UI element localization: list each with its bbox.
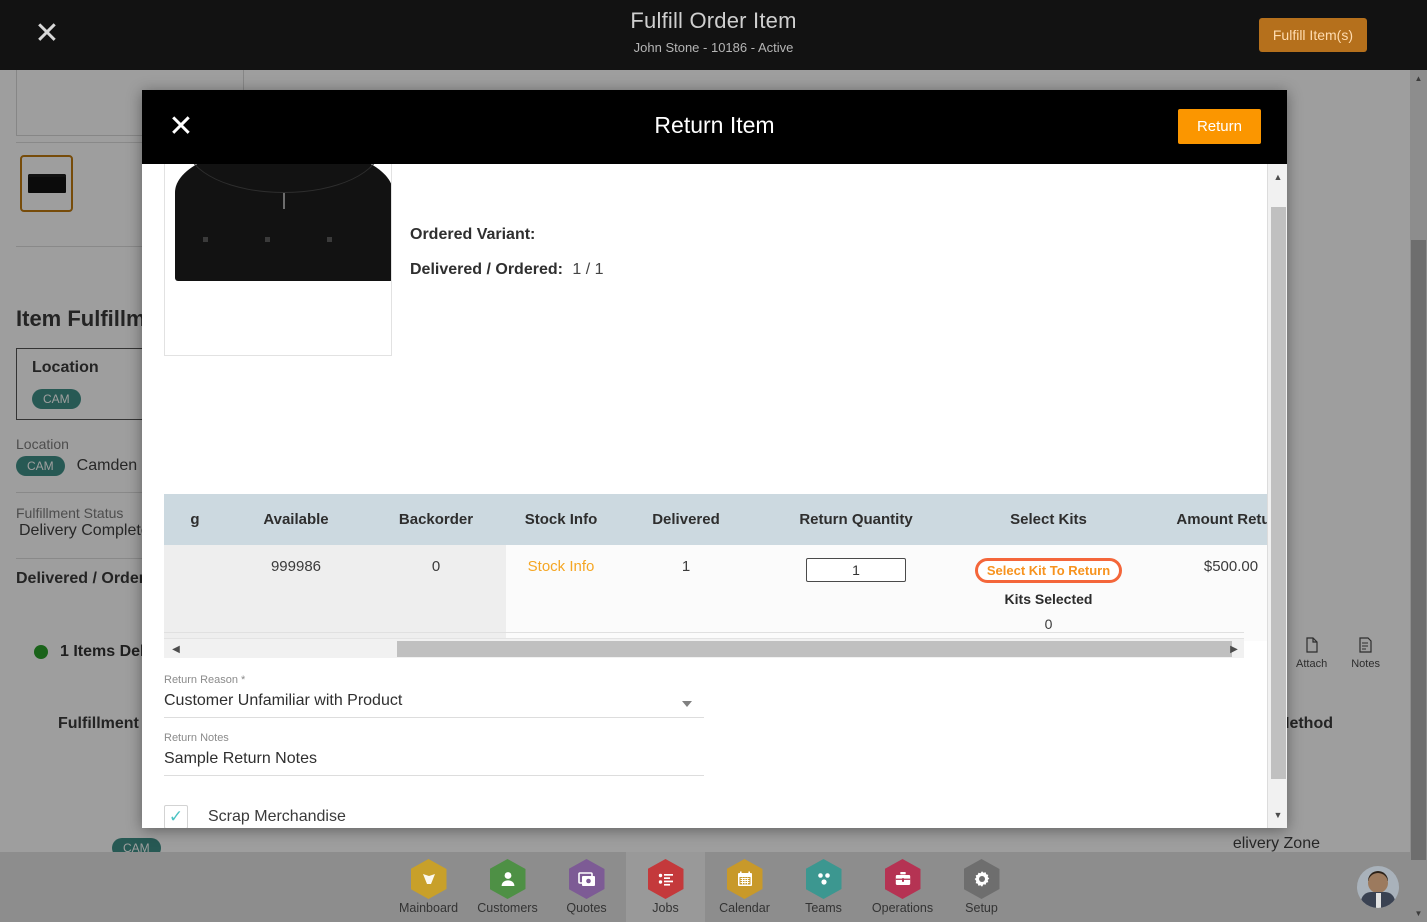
table-bottom-divider [164, 632, 1244, 633]
kits-selected-value: 0 [957, 616, 1140, 632]
modal-header: ✕ Return Item Return [142, 90, 1287, 164]
setup-icon [964, 859, 1000, 899]
product-buttons [203, 237, 365, 242]
delivered-ordered-value: 1 / 1 [572, 261, 603, 278]
modal-title: Return Item [142, 112, 1287, 139]
nav-item-calendar[interactable]: Calendar [705, 852, 784, 922]
scroll-left-icon[interactable]: ◀ [166, 639, 186, 659]
nav-label-customers: Customers [477, 901, 537, 915]
stock-info-link[interactable]: Stock Info [528, 558, 595, 575]
kits-selected-label: Kits Selected [957, 591, 1140, 607]
nav-item-customers[interactable]: Customers [468, 852, 547, 922]
cell-available: 999986 [226, 545, 366, 641]
modal-body: Ordered Variant: Delivered / Ordered: 1 … [142, 164, 1287, 828]
select-kit-to-return-button[interactable]: Select Kit To Return [975, 558, 1122, 583]
scroll-down-icon[interactable]: ▼ [1268, 805, 1287, 825]
scrap-merchandise-label: Scrap Merchandise [208, 808, 346, 826]
fulfill-items-button[interactable]: Fulfill Item(s) [1259, 18, 1367, 52]
product-top-ellipse [187, 164, 381, 193]
chevron-down-icon[interactable] [682, 701, 692, 707]
return-notes-value: Sample Return Notes [164, 744, 704, 776]
avatar-tie [1376, 893, 1381, 908]
nav-item-setup[interactable]: Setup [942, 852, 1021, 922]
return-reason-value: Customer Unfamiliar with Product [164, 686, 704, 718]
calendar-icon [727, 859, 763, 899]
nav-label-teams: Teams [805, 901, 842, 915]
cell-partial [164, 545, 226, 641]
col-return-quantity: Return Quantity [756, 494, 956, 545]
jobs-icon [648, 859, 684, 899]
app-header-titles: Fulfill Order Item John Stone - 10186 - … [0, 8, 1427, 55]
item-image [164, 164, 392, 356]
table-horizontal-scrollbar[interactable]: ◀ ▶ [164, 638, 1244, 658]
scroll-up-icon[interactable]: ▲ [1268, 167, 1287, 187]
return-reason-field[interactable]: Return Reason * Customer Unfamiliar with… [164, 674, 704, 718]
teams-icon [806, 859, 842, 899]
modal-scroll-content: Ordered Variant: Delivered / Ordered: 1 … [142, 164, 1267, 828]
nav-label-mainboard: Mainboard [399, 901, 458, 915]
nav-item-operations[interactable]: Operations [863, 852, 942, 922]
return-button[interactable]: Return [1178, 109, 1261, 144]
vertical-scroll-thumb[interactable] [1271, 207, 1286, 779]
page-scroll-up-icon[interactable]: ▲ [1410, 70, 1427, 87]
nav-item-mainboard[interactable]: Mainboard [389, 852, 468, 922]
table-header-row: g Available Backorder Stock Info Deliver… [164, 494, 1267, 545]
operations-icon [885, 859, 921, 899]
cell-select-kits: Select Kit To Return Kits Selected 0 [956, 545, 1141, 641]
avatar[interactable] [1357, 866, 1399, 908]
delivered-ordered-label: Delivered / Ordered: [410, 261, 563, 278]
cell-backorder: 0 [366, 545, 506, 641]
table-row: 999986 0 Stock Info 1 Select Kit To Retu… [164, 545, 1267, 641]
returns-table-wrapper: g Available Backorder Stock Info Deliver… [164, 494, 1244, 641]
return-item-modal: ✕ Return Item Return Ordered Variant: De… [142, 90, 1287, 828]
col-backorder: Backorder [366, 494, 506, 545]
scroll-right-icon[interactable]: ▶ [1224, 639, 1244, 659]
nav-item-quotes[interactable]: Quotes [547, 852, 626, 922]
nav-label-setup: Setup [965, 901, 998, 915]
page-scrollbar[interactable]: ▲ ▼ [1410, 70, 1427, 922]
scrap-merchandise-checkbox[interactable]: ✓ [164, 805, 188, 828]
quotes-icon [569, 859, 605, 899]
col-partial: g [164, 494, 226, 545]
page-scroll-down-icon[interactable]: ▼ [1410, 905, 1427, 922]
returns-table: g Available Backorder Stock Info Deliver… [164, 494, 1267, 641]
col-stock-info: Stock Info [506, 494, 616, 545]
cell-amount-return: $500.00 [1141, 545, 1267, 641]
cell-stock-info: Stock Info [506, 545, 616, 641]
cell-return-quantity [756, 545, 956, 641]
scrap-merchandise-row[interactable]: ✓ Scrap Merchandise [164, 805, 346, 828]
nav-label-quotes: Quotes [566, 901, 606, 915]
customers-icon [490, 859, 526, 899]
app-header: ✕ Fulfill Order Item John Stone - 10186 … [0, 0, 1427, 70]
app-subtitle: John Stone - 10186 - Active [0, 40, 1427, 55]
col-available: Available [226, 494, 366, 545]
nav-item-jobs[interactable]: Jobs [626, 852, 705, 922]
nav-label-jobs: Jobs [652, 901, 678, 915]
col-amount-return: Amount Return [1141, 494, 1267, 545]
return-reason-label: Return Reason * [164, 674, 704, 686]
horizontal-scroll-thumb[interactable] [397, 641, 1232, 657]
return-notes-field[interactable]: Return Notes Sample Return Notes [164, 732, 704, 776]
return-notes-label: Return Notes [164, 732, 704, 744]
modal-vertical-scrollbar[interactable]: ▲ ▼ [1267, 164, 1287, 828]
mainboard-icon [411, 859, 447, 899]
nav-label-operations: Operations [872, 901, 933, 915]
cell-delivered: 1 [616, 545, 756, 641]
product-image [175, 164, 392, 281]
delivered-ordered-row: Delivered / Ordered: 1 / 1 [410, 261, 604, 279]
ordered-variant-label: Ordered Variant: [410, 226, 535, 244]
bottom-nav: Mainboard Customers Quotes Jobs Calendar… [0, 852, 1410, 922]
return-quantity-input[interactable] [806, 558, 906, 582]
product-indicator [283, 193, 285, 209]
app-title: Fulfill Order Item [0, 8, 1427, 34]
avatar-face [1368, 873, 1388, 893]
col-delivered: Delivered [616, 494, 756, 545]
col-select-kits: Select Kits [956, 494, 1141, 545]
nav-label-calendar: Calendar [719, 901, 770, 915]
nav-item-teams[interactable]: Teams [784, 852, 863, 922]
page-scroll-thumb[interactable] [1411, 240, 1426, 860]
